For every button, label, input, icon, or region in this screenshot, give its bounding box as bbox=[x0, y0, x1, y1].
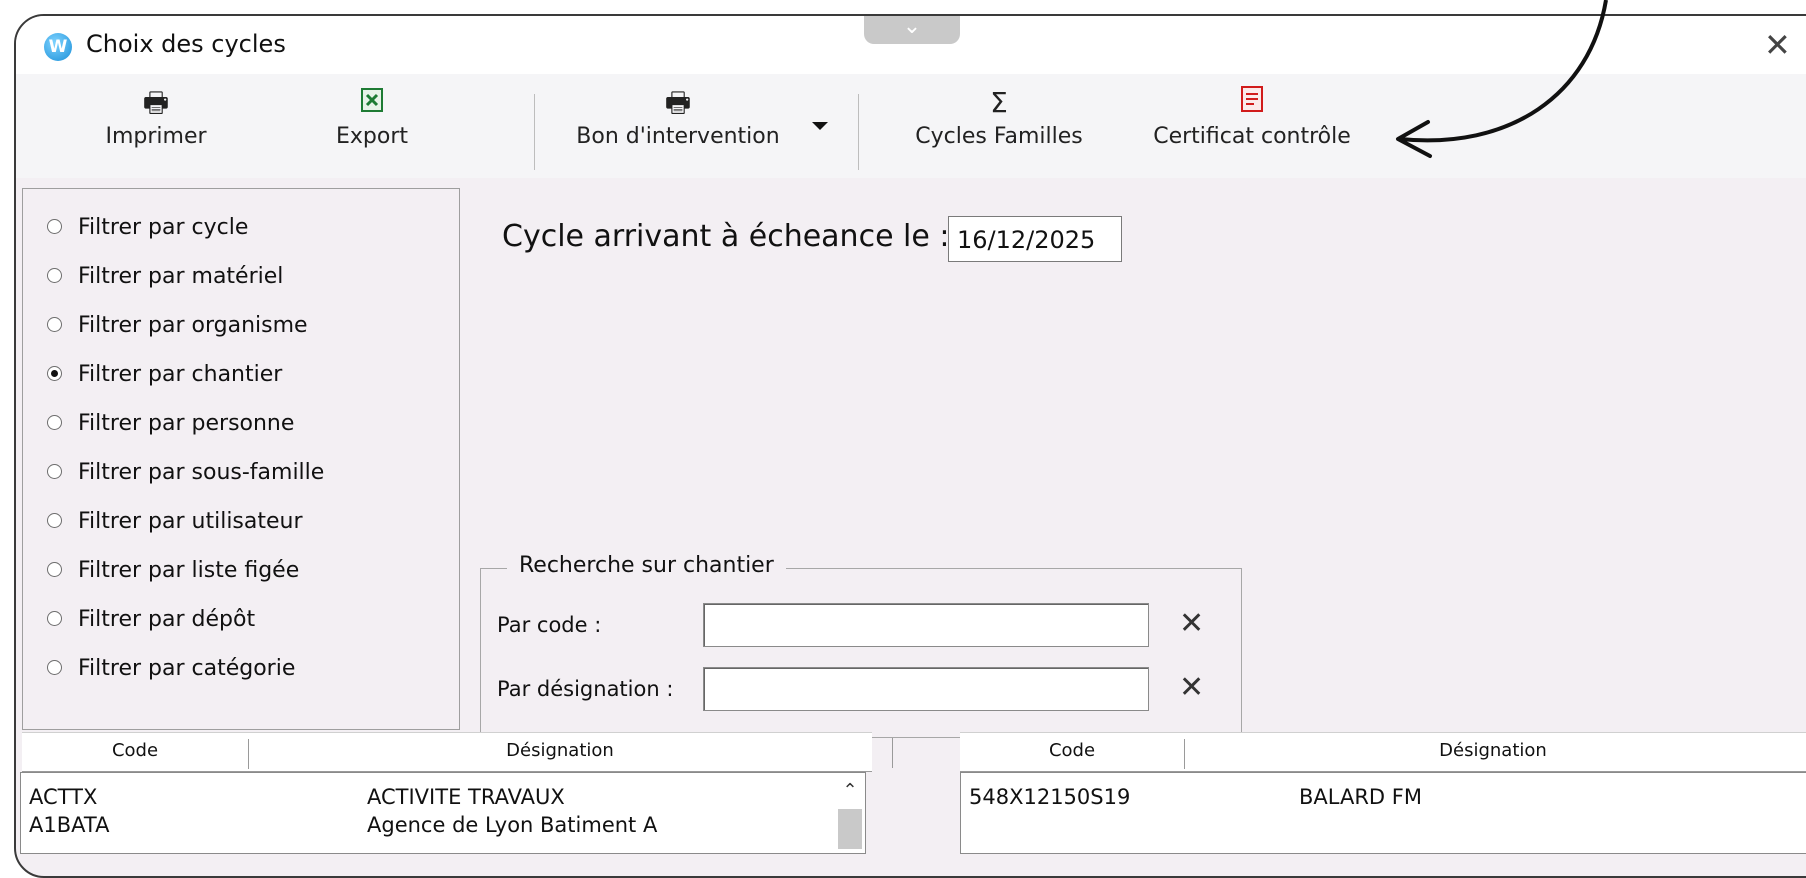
annotation-arrow-icon bbox=[1396, 0, 1608, 158]
